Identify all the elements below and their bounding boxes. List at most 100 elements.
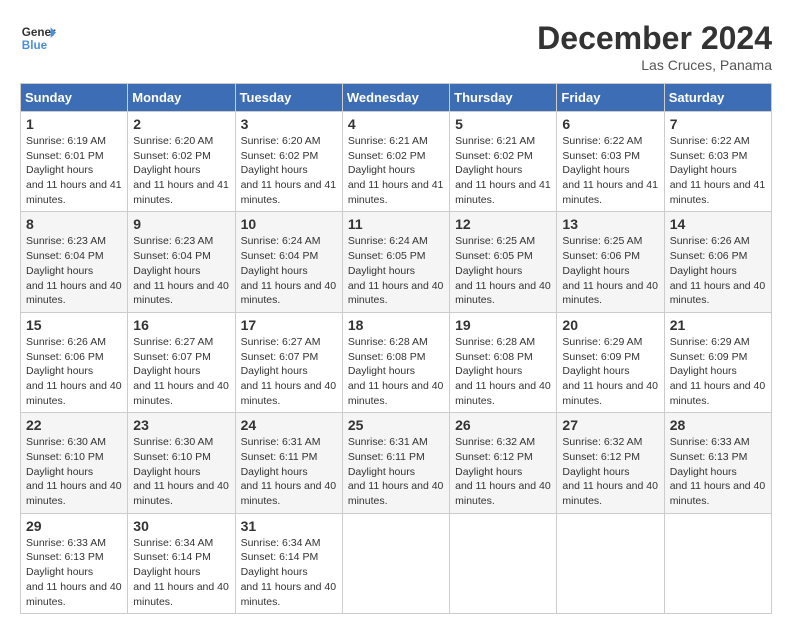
day-info: Sunrise: 6:34 AMSunset: 6:14 PMDaylight … <box>241 537 337 608</box>
day-info: Sunrise: 6:22 AMSunset: 6:03 PMDaylight … <box>670 135 766 206</box>
day-info: Sunrise: 6:28 AMSunset: 6:08 PMDaylight … <box>455 336 551 407</box>
calendar-cell: 19 Sunrise: 6:28 AMSunset: 6:08 PMDaylig… <box>450 312 557 412</box>
calendar-cell: 25 Sunrise: 6:31 AMSunset: 6:11 PMDaylig… <box>342 413 449 513</box>
calendar-cell: 29 Sunrise: 6:33 AMSunset: 6:13 PMDaylig… <box>21 513 128 613</box>
day-info: Sunrise: 6:33 AMSunset: 6:13 PMDaylight … <box>670 436 766 507</box>
calendar-cell <box>664 513 771 613</box>
calendar-cell: 26 Sunrise: 6:32 AMSunset: 6:12 PMDaylig… <box>450 413 557 513</box>
calendar-cell: 2 Sunrise: 6:20 AMSunset: 6:02 PMDayligh… <box>128 112 235 212</box>
calendar-cell <box>557 513 664 613</box>
calendar-cell: 16 Sunrise: 6:27 AMSunset: 6:07 PMDaylig… <box>128 312 235 412</box>
calendar-cell: 31 Sunrise: 6:34 AMSunset: 6:14 PMDaylig… <box>235 513 342 613</box>
weekday-header-tuesday: Tuesday <box>235 84 342 112</box>
title-block: December 2024 Las Cruces, Panama <box>537 20 772 73</box>
calendar-week-row: 15 Sunrise: 6:26 AMSunset: 6:06 PMDaylig… <box>21 312 772 412</box>
day-number: 5 <box>455 116 551 132</box>
day-number: 13 <box>562 216 658 232</box>
day-info: Sunrise: 6:26 AMSunset: 6:06 PMDaylight … <box>26 336 122 407</box>
day-number: 27 <box>562 417 658 433</box>
calendar-cell: 28 Sunrise: 6:33 AMSunset: 6:13 PMDaylig… <box>664 413 771 513</box>
weekday-header-monday: Monday <box>128 84 235 112</box>
day-number: 18 <box>348 317 444 333</box>
day-info: Sunrise: 6:34 AMSunset: 6:14 PMDaylight … <box>133 537 229 608</box>
day-number: 12 <box>455 216 551 232</box>
calendar-cell: 30 Sunrise: 6:34 AMSunset: 6:14 PMDaylig… <box>128 513 235 613</box>
day-info: Sunrise: 6:23 AMSunset: 6:04 PMDaylight … <box>133 235 229 306</box>
day-number: 6 <box>562 116 658 132</box>
weekday-header-sunday: Sunday <box>21 84 128 112</box>
day-number: 8 <box>26 216 122 232</box>
calendar-cell: 1 Sunrise: 6:19 AMSunset: 6:01 PMDayligh… <box>21 112 128 212</box>
weekday-header-saturday: Saturday <box>664 84 771 112</box>
day-info: Sunrise: 6:32 AMSunset: 6:12 PMDaylight … <box>455 436 551 507</box>
calendar-cell: 14 Sunrise: 6:26 AMSunset: 6:06 PMDaylig… <box>664 212 771 312</box>
calendar-cell: 27 Sunrise: 6:32 AMSunset: 6:12 PMDaylig… <box>557 413 664 513</box>
day-number: 16 <box>133 317 229 333</box>
weekday-header-thursday: Thursday <box>450 84 557 112</box>
day-number: 31 <box>241 518 337 534</box>
day-number: 23 <box>133 417 229 433</box>
day-info: Sunrise: 6:33 AMSunset: 6:13 PMDaylight … <box>26 537 122 608</box>
day-info: Sunrise: 6:21 AMSunset: 6:02 PMDaylight … <box>455 135 551 206</box>
day-info: Sunrise: 6:24 AMSunset: 6:05 PMDaylight … <box>348 235 444 306</box>
day-number: 22 <box>26 417 122 433</box>
day-info: Sunrise: 6:22 AMSunset: 6:03 PMDaylight … <box>562 135 658 206</box>
calendar-week-row: 1 Sunrise: 6:19 AMSunset: 6:01 PMDayligh… <box>21 112 772 212</box>
day-number: 2 <box>133 116 229 132</box>
calendar-cell: 22 Sunrise: 6:30 AMSunset: 6:10 PMDaylig… <box>21 413 128 513</box>
calendar-cell: 10 Sunrise: 6:24 AMSunset: 6:04 PMDaylig… <box>235 212 342 312</box>
calendar-week-row: 29 Sunrise: 6:33 AMSunset: 6:13 PMDaylig… <box>21 513 772 613</box>
calendar-week-row: 22 Sunrise: 6:30 AMSunset: 6:10 PMDaylig… <box>21 413 772 513</box>
day-info: Sunrise: 6:30 AMSunset: 6:10 PMDaylight … <box>133 436 229 507</box>
svg-text:Blue: Blue <box>22 39 48 52</box>
day-info: Sunrise: 6:27 AMSunset: 6:07 PMDaylight … <box>241 336 337 407</box>
calendar-cell: 13 Sunrise: 6:25 AMSunset: 6:06 PMDaylig… <box>557 212 664 312</box>
day-number: 20 <box>562 317 658 333</box>
calendar-cell: 17 Sunrise: 6:27 AMSunset: 6:07 PMDaylig… <box>235 312 342 412</box>
calendar-cell: 20 Sunrise: 6:29 AMSunset: 6:09 PMDaylig… <box>557 312 664 412</box>
calendar-cell: 11 Sunrise: 6:24 AMSunset: 6:05 PMDaylig… <box>342 212 449 312</box>
page-header: General Blue December 2024 Las Cruces, P… <box>20 20 772 73</box>
calendar-body: 1 Sunrise: 6:19 AMSunset: 6:01 PMDayligh… <box>21 112 772 614</box>
location: Las Cruces, Panama <box>537 57 772 73</box>
calendar-cell: 23 Sunrise: 6:30 AMSunset: 6:10 PMDaylig… <box>128 413 235 513</box>
calendar-cell: 4 Sunrise: 6:21 AMSunset: 6:02 PMDayligh… <box>342 112 449 212</box>
calendar-cell: 12 Sunrise: 6:25 AMSunset: 6:05 PMDaylig… <box>450 212 557 312</box>
day-number: 7 <box>670 116 766 132</box>
day-number: 24 <box>241 417 337 433</box>
day-number: 10 <box>241 216 337 232</box>
calendar-cell: 24 Sunrise: 6:31 AMSunset: 6:11 PMDaylig… <box>235 413 342 513</box>
calendar-week-row: 8 Sunrise: 6:23 AMSunset: 6:04 PMDayligh… <box>21 212 772 312</box>
calendar-cell: 6 Sunrise: 6:22 AMSunset: 6:03 PMDayligh… <box>557 112 664 212</box>
calendar-cell <box>450 513 557 613</box>
day-number: 28 <box>670 417 766 433</box>
weekday-header-row: SundayMondayTuesdayWednesdayThursdayFrid… <box>21 84 772 112</box>
day-number: 21 <box>670 317 766 333</box>
day-info: Sunrise: 6:27 AMSunset: 6:07 PMDaylight … <box>133 336 229 407</box>
day-number: 14 <box>670 216 766 232</box>
day-info: Sunrise: 6:19 AMSunset: 6:01 PMDaylight … <box>26 135 122 206</box>
logo: General Blue <box>20 20 56 56</box>
day-info: Sunrise: 6:25 AMSunset: 6:06 PMDaylight … <box>562 235 658 306</box>
day-number: 11 <box>348 216 444 232</box>
day-info: Sunrise: 6:25 AMSunset: 6:05 PMDaylight … <box>455 235 551 306</box>
day-info: Sunrise: 6:20 AMSunset: 6:02 PMDaylight … <box>241 135 337 206</box>
calendar-cell: 3 Sunrise: 6:20 AMSunset: 6:02 PMDayligh… <box>235 112 342 212</box>
month-title: December 2024 <box>537 20 772 57</box>
calendar-cell: 9 Sunrise: 6:23 AMSunset: 6:04 PMDayligh… <box>128 212 235 312</box>
day-info: Sunrise: 6:32 AMSunset: 6:12 PMDaylight … <box>562 436 658 507</box>
calendar-cell: 8 Sunrise: 6:23 AMSunset: 6:04 PMDayligh… <box>21 212 128 312</box>
day-number: 9 <box>133 216 229 232</box>
day-number: 19 <box>455 317 551 333</box>
day-info: Sunrise: 6:29 AMSunset: 6:09 PMDaylight … <box>670 336 766 407</box>
calendar-header: SundayMondayTuesdayWednesdayThursdayFrid… <box>21 84 772 112</box>
day-info: Sunrise: 6:30 AMSunset: 6:10 PMDaylight … <box>26 436 122 507</box>
calendar-table: SundayMondayTuesdayWednesdayThursdayFrid… <box>20 83 772 614</box>
logo-icon: General Blue <box>20 20 56 56</box>
calendar-cell: 18 Sunrise: 6:28 AMSunset: 6:08 PMDaylig… <box>342 312 449 412</box>
day-number: 17 <box>241 317 337 333</box>
day-number: 30 <box>133 518 229 534</box>
calendar-cell: 7 Sunrise: 6:22 AMSunset: 6:03 PMDayligh… <box>664 112 771 212</box>
calendar-cell: 21 Sunrise: 6:29 AMSunset: 6:09 PMDaylig… <box>664 312 771 412</box>
day-info: Sunrise: 6:28 AMSunset: 6:08 PMDaylight … <box>348 336 444 407</box>
